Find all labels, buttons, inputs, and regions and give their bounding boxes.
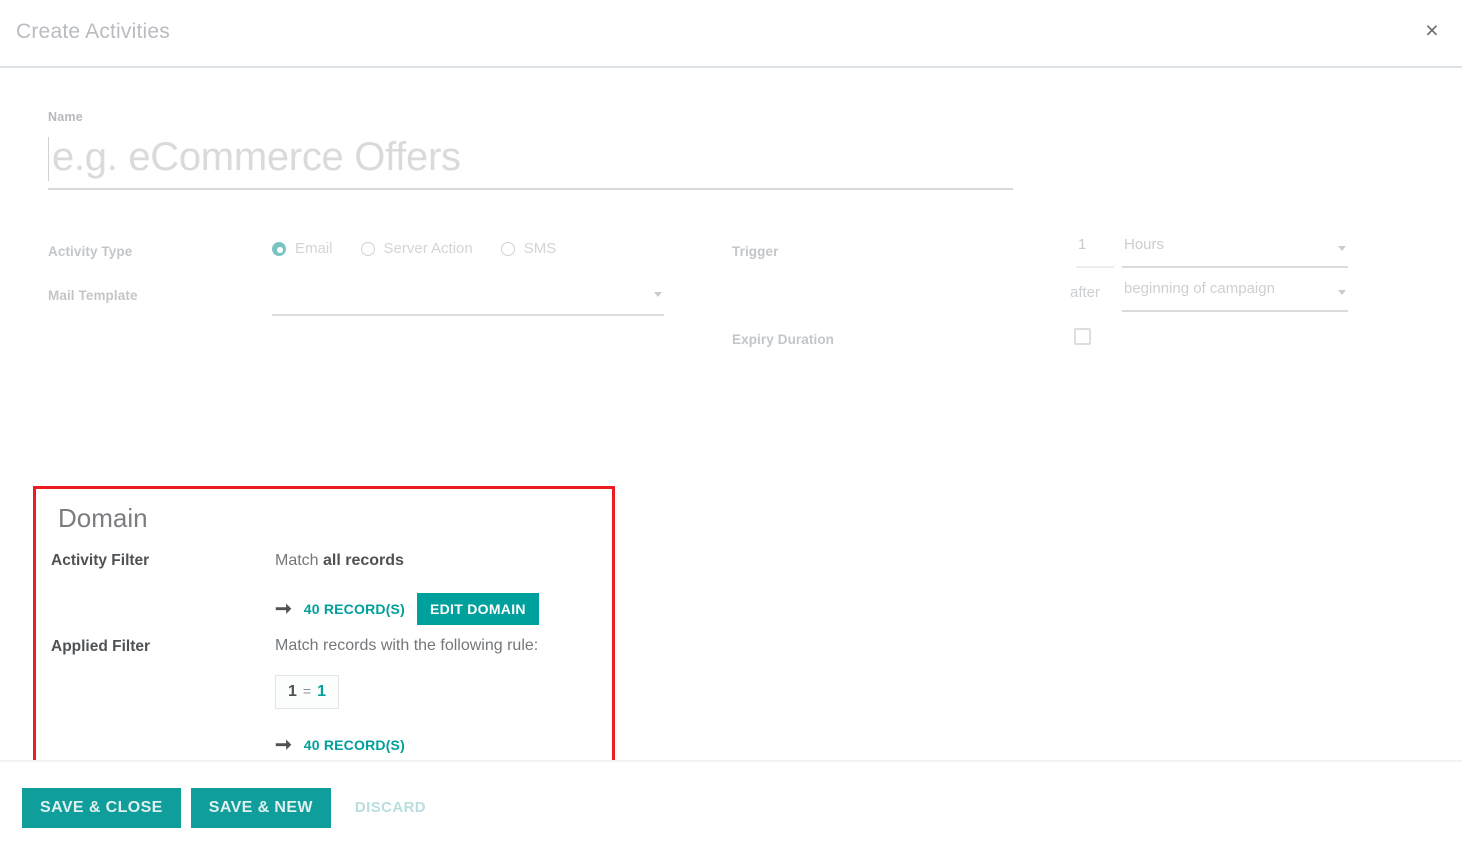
- trigger-relative-row: after beginning of campaign: [732, 280, 1372, 324]
- mail-template-label: Mail Template: [48, 288, 138, 303]
- rule-operator: =: [302, 683, 312, 699]
- trigger-interval-value: 1: [1078, 236, 1087, 253]
- applied-filter-label: Applied Filter: [51, 638, 151, 655]
- activity-filter-match-text: Match all records: [275, 552, 404, 570]
- footer-buttons: SAVE & CLOSE SAVE & NEW DISCARD: [22, 787, 440, 828]
- text-cursor: [48, 137, 49, 181]
- left-column: Activity Type Email Server Action SMS Ma…: [48, 236, 688, 324]
- trigger-relative-select[interactable]: beginning of campaign: [1122, 280, 1348, 312]
- save-and-close-button[interactable]: SAVE & CLOSE: [22, 787, 181, 828]
- match-prefix: Match: [275, 552, 324, 569]
- activity-filter-records-link[interactable]: 40 RECORD(S): [304, 601, 405, 617]
- radio-icon-server-action: [360, 241, 375, 256]
- discard-button[interactable]: DISCARD: [341, 787, 440, 828]
- trigger-unit-value: Hours: [1124, 236, 1165, 253]
- expiry-duration-row: Expiry Duration: [732, 324, 1372, 368]
- activity-type-row: Activity Type Email Server Action SMS: [48, 236, 688, 280]
- activity-filter-label: Activity Filter: [51, 552, 150, 569]
- activity-type-radio-group: Email Server Action SMS: [272, 240, 556, 257]
- trigger-unit-select[interactable]: Hours: [1122, 236, 1348, 268]
- radio-icon-email: [272, 241, 286, 256]
- filter-rule-chip[interactable]: 1 = 1: [275, 675, 339, 709]
- radio-label-email: Email: [295, 240, 333, 257]
- expiry-duration-label: Expiry Duration: [732, 332, 835, 347]
- trigger-row: Trigger 1 Hours: [732, 236, 1372, 280]
- name-input[interactable]: e.g. eCommerce Offers: [48, 130, 1013, 190]
- applied-filter-records-row: ➞ 40 RECORD(S): [275, 735, 405, 755]
- trigger-label: Trigger: [732, 244, 779, 259]
- name-field-group: Name e.g. eCommerce Offers: [48, 110, 1013, 190]
- domain-section-highlight: Domain Activity Filter Match all records…: [33, 486, 615, 778]
- trigger-relative-value: beginning of campaign: [1124, 280, 1275, 297]
- close-icon[interactable]: ×: [1416, 14, 1448, 46]
- chevron-down-icon: [654, 292, 662, 297]
- radio-label-sms: SMS: [523, 240, 557, 257]
- edit-domain-button[interactable]: EDIT DOMAIN: [416, 593, 539, 625]
- radio-option-email[interactable]: Email: [272, 240, 333, 257]
- name-placeholder: e.g. eCommerce Offers: [52, 135, 461, 179]
- rule-field: 1: [288, 683, 297, 700]
- chevron-down-icon: [1338, 290, 1346, 295]
- dialog-title: Create Activities: [16, 20, 170, 43]
- trigger-interval-input[interactable]: 1: [1076, 236, 1114, 268]
- radio-option-server-action[interactable]: Server Action: [360, 240, 473, 257]
- domain-title: Domain: [58, 503, 148, 533]
- arrow-right-icon: ➞: [275, 734, 292, 756]
- radio-icon-sms: [500, 241, 515, 256]
- mail-template-row: Mail Template: [48, 280, 688, 324]
- rule-value: 1: [317, 683, 326, 700]
- trigger-relative-word: after: [1070, 284, 1101, 301]
- applied-filter-description: Match records with the following rule:: [275, 637, 539, 654]
- right-column: Trigger 1 Hours after beginning of campa…: [732, 236, 1372, 368]
- radio-label-server-action: Server Action: [383, 240, 473, 257]
- dialog-header: Create Activities ×: [0, 0, 1462, 68]
- save-and-new-button[interactable]: SAVE & NEW: [190, 787, 331, 828]
- expiry-duration-checkbox[interactable]: [1074, 328, 1091, 345]
- activity-filter-records-row: ➞ 40 RECORD(S) EDIT DOMAIN: [275, 593, 539, 625]
- applied-filter-records-link[interactable]: 40 RECORD(S): [304, 737, 405, 753]
- chevron-down-icon: [1338, 246, 1346, 251]
- name-label: Name: [48, 110, 83, 124]
- radio-option-sms[interactable]: SMS: [500, 240, 557, 257]
- dialog-footer: SAVE & CLOSE SAVE & NEW DISCARD: [0, 760, 1462, 863]
- mail-template-select[interactable]: [272, 282, 664, 316]
- activity-type-label: Activity Type: [48, 244, 133, 259]
- arrow-right-icon: ➞: [275, 598, 292, 620]
- dialog-body: Name e.g. eCommerce Offers Activity Type…: [0, 68, 1462, 778]
- match-value: all records: [323, 552, 404, 569]
